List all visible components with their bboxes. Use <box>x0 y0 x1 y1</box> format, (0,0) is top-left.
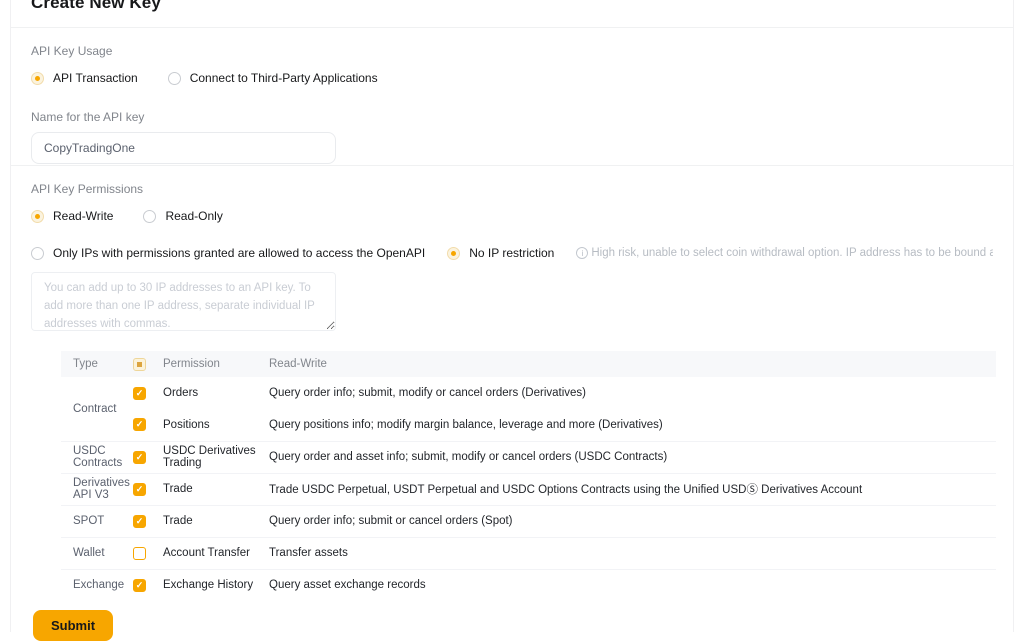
table-row: Derivatives API V3 TradeTrade USDC Perpet… <box>61 472 996 505</box>
column-header-read-write: Read-Write <box>269 358 327 370</box>
permission-checkbox[interactable] <box>133 418 146 432</box>
permission-name: Trade <box>163 472 269 505</box>
radio-no-ip-restriction[interactable]: No IP restriction <box>447 246 554 260</box>
permission-name: Trade <box>163 504 269 537</box>
permissions-table-body: Contract Orders Query order info; submit, … <box>61 377 996 601</box>
radio-ip-whitelist[interactable]: Only IPs with permissions granted are al… <box>31 246 425 260</box>
table-row: SPOT TradeQuery order info; submit or can… <box>61 504 996 537</box>
table-row: Contract Orders Query order info; submit, … <box>61 377 996 415</box>
section-permissions: API Key Permissions Read-Write Read-Only… <box>11 166 1013 601</box>
modal-footer: Submit <box>11 601 1013 641</box>
row-checkbox-cell <box>133 568 163 601</box>
radio-icon[interactable] <box>31 71 44 85</box>
modal-header: Create New Key <box>11 0 1013 28</box>
radio-label: Connect to Third-Party Applications <box>189 71 378 85</box>
ip-addresses-textarea[interactable] <box>31 272 336 331</box>
ip-restriction-radio-group: Only IPs with permissions granted are al… <box>31 246 993 260</box>
api-key-name-label: Name for the API key <box>31 110 145 124</box>
radio-label: Read-Only <box>165 209 223 223</box>
radio-third-party-applications[interactable]: Connect to Third-Party Applications <box>167 71 378 85</box>
permission-name: Orders <box>163 387 199 399</box>
radio-label: No IP restriction <box>469 246 555 260</box>
column-header-type: Type <box>73 358 98 370</box>
row-checkbox-cell <box>133 377 163 409</box>
row-type-label: Wallet <box>61 536 133 569</box>
table-row: USDC Contracts USDC Derivatives TradingQu… <box>61 440 996 473</box>
permission-name: Exchange History <box>163 568 269 601</box>
permission-checkbox[interactable] <box>133 386 146 400</box>
column-header-permission: Permission <box>163 358 220 370</box>
table-row: Exchange Exchange HistoryQuery asset exch… <box>61 568 996 601</box>
radio-icon[interactable] <box>143 209 157 223</box>
permission-checkbox[interactable] <box>133 482 146 496</box>
permission-description: Query positions info; modify margin bala… <box>269 418 663 431</box>
radio-icon[interactable] <box>447 246 461 260</box>
section-usage-and-name: API Key Usage API Transaction Connect to… <box>11 28 1013 166</box>
modal-title: Create New Key <box>31 0 161 12</box>
radio-api-transaction[interactable]: API Transaction <box>31 71 138 85</box>
permissions-table: Type Permission Read-Write Contract Order… <box>61 351 996 601</box>
row-checkbox-cell <box>133 440 163 473</box>
header-checkbox-cell <box>133 351 163 377</box>
info-icon: i <box>576 247 589 259</box>
row-type-label: Derivatives API V3 <box>61 472 133 505</box>
permission-name: Positions <box>163 418 210 431</box>
high-risk-note-text: High risk, unable to select coin withdra… <box>591 247 993 259</box>
row-type-label: Contract <box>73 402 117 415</box>
permission-description: Query order info; submit, modify or canc… <box>269 387 586 399</box>
api-key-permissions-label: API Key Permissions <box>31 182 144 196</box>
row-checkbox-cell <box>133 504 163 537</box>
high-risk-note: i High risk, unable to select coin withd… <box>576 247 993 259</box>
radio-read-only[interactable]: Read-Only <box>143 209 223 223</box>
permission-checkbox[interactable] <box>133 578 146 592</box>
permission-checkbox[interactable] <box>133 450 146 464</box>
table-row: Wallet Account Transfer Transfer assets <box>61 536 996 569</box>
permission-name: Account Transfer <box>163 536 269 569</box>
row-checkbox-cell <box>133 409 163 441</box>
select-all-checkbox[interactable] <box>133 357 146 371</box>
permission-description: Query asset exchange records <box>269 568 996 601</box>
row-type-label: USDC Contracts <box>61 440 133 473</box>
radio-icon[interactable] <box>167 71 181 85</box>
radio-icon[interactable] <box>31 209 44 223</box>
radio-icon[interactable] <box>31 246 44 260</box>
row-type-label: SPOT <box>61 504 133 537</box>
table-header-row: Type Permission Read-Write <box>61 351 996 377</box>
row-checkbox-cell <box>133 472 163 505</box>
usage-radio-group: API Transaction Connect to Third-Party A… <box>31 71 993 85</box>
permission-description: Trade USDC Perpetual, USDT Perpetual and… <box>269 472 996 505</box>
submit-button[interactable]: Submit <box>33 610 114 641</box>
permission-checkbox[interactable] <box>133 546 146 560</box>
create-key-modal: Create New Key API Key Usage API Transac… <box>10 0 1014 641</box>
row-type-label: Exchange <box>61 568 133 601</box>
radio-read-write[interactable]: Read-Write <box>31 209 113 223</box>
permissions-radio-group: Read-Write Read-Only <box>31 209 993 223</box>
permission-name: USDC Derivatives Trading <box>163 440 269 473</box>
api-key-usage-label: API Key Usage <box>31 44 113 58</box>
radio-label: API Transaction <box>53 71 138 85</box>
radio-label: Read-Write <box>53 209 114 223</box>
permission-description: Query order info; submit or cancel order… <box>269 504 996 537</box>
permission-description: Transfer assets <box>269 536 996 569</box>
permission-checkbox[interactable] <box>133 514 146 528</box>
radio-label: Only IPs with permissions granted are al… <box>53 246 426 260</box>
permission-description: Query order and asset info; submit, modi… <box>269 440 996 473</box>
table-row: Positions Query positions info; modify ma… <box>61 409 996 441</box>
row-checkbox-cell <box>133 536 163 569</box>
api-key-name-input[interactable] <box>31 132 336 164</box>
